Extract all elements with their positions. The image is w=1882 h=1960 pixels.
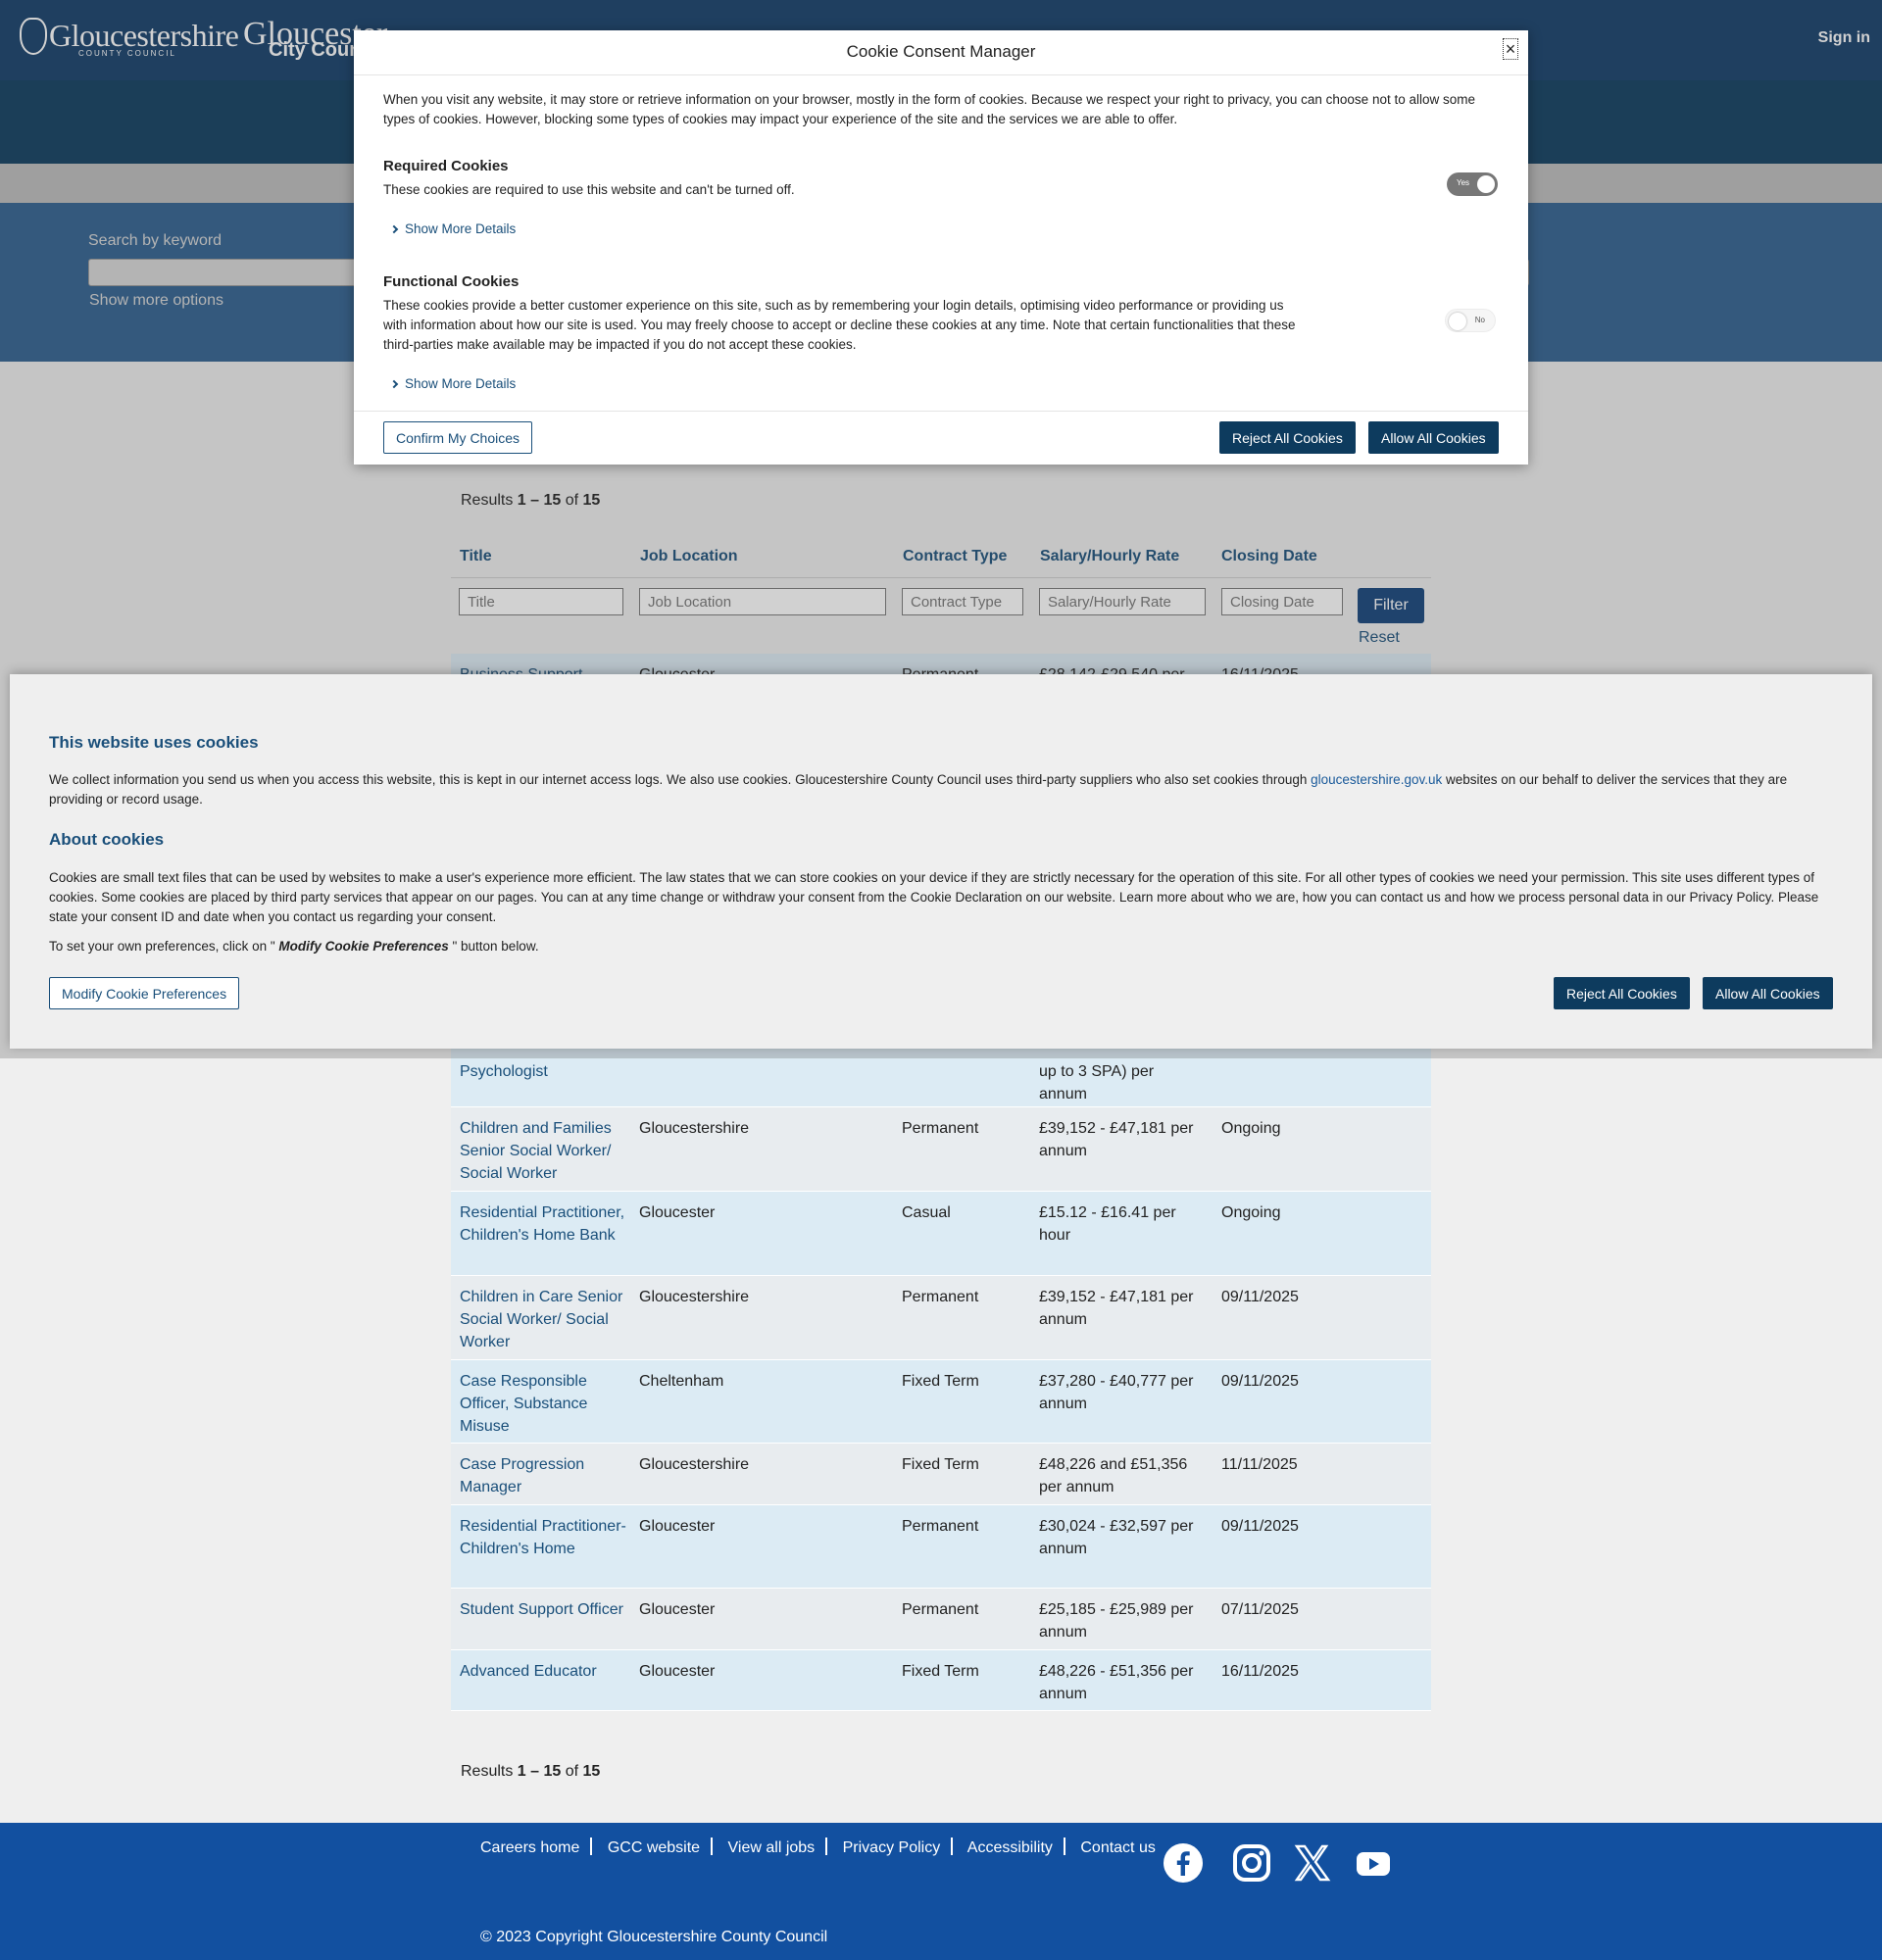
required-cookies-title: Required Cookies [383, 158, 509, 174]
job-location: Gloucestershire [639, 1120, 750, 1137]
footer-divider [951, 1838, 954, 1855]
job-contract: Permanent [902, 1518, 979, 1535]
cookie-banner: This website uses cookies We collect inf… [10, 674, 1872, 1049]
functional-cookies-desc: These cookies provide a better customer … [383, 298, 1296, 352]
banner-allow-all-button[interactable]: Allow All Cookies [1703, 977, 1833, 1009]
banner-paragraph-collect: We collect information you send us when … [49, 772, 1788, 807]
job-location: Gloucester [639, 1204, 716, 1221]
chevron-right-icon [389, 224, 399, 234]
footer-divider [1063, 1838, 1065, 1855]
job-salary: £30,024 - £32,597 per annum [1039, 1518, 1194, 1557]
job-location: Gloucestershire [639, 1289, 750, 1305]
job-location: Gloucester [639, 1601, 716, 1618]
job-closing: Ongoing [1221, 1120, 1281, 1137]
modal-divider [354, 74, 1528, 75]
job-contract: Permanent [902, 1289, 979, 1305]
footer-link-accessibility[interactable]: Accessibility [967, 1839, 1053, 1856]
job-title-link[interactable]: Advanced Educator [460, 1660, 631, 1683]
required-cookies-toggle[interactable]: Yes [1447, 172, 1498, 196]
footer-link-gcc-website[interactable]: GCC website [608, 1839, 700, 1856]
footer-link-contact-us[interactable]: Contact us [1080, 1839, 1155, 1856]
job-title-link[interactable]: Children in Care Senior Social Worker/ S… [460, 1286, 631, 1353]
banner-heading-cookies: This website uses cookies [49, 733, 259, 752]
footer-link-view-all-jobs[interactable]: View all jobs [728, 1839, 816, 1856]
modal-footer-divider [354, 411, 1528, 412]
job-closing: 09/11/2025 [1221, 1289, 1299, 1305]
job-closing: 09/11/2025 [1221, 1373, 1299, 1390]
close-icon[interactable]: × [1503, 38, 1518, 60]
job-title-link[interactable]: Psychologist [460, 1060, 631, 1083]
table-row: Children in Care Senior Social Worker/ S… [451, 1276, 1431, 1360]
modal-reject-all-button[interactable]: Reject All Cookies [1219, 421, 1356, 454]
job-title-link[interactable]: Case Responsible Officer, Substance Misu… [460, 1370, 631, 1438]
facebook-icon[interactable] [1163, 1842, 1204, 1884]
job-salary: £39,152 - £47,181 per annum [1039, 1120, 1194, 1159]
cookie-consent-modal: Cookie Consent Manager × When you visit … [354, 30, 1528, 465]
job-closing: 09/11/2025 [1221, 1518, 1299, 1535]
modify-cookie-preferences-button[interactable]: Modify Cookie Preferences [49, 977, 240, 1009]
job-closing: 11/11/2025 [1221, 1456, 1298, 1473]
job-location: Gloucester [639, 1663, 716, 1680]
footer-links: Careers home GCC website View all jobs P… [480, 1838, 1156, 1857]
functional-show-more-link[interactable]: Show More Details [389, 376, 516, 391]
table-row: Children and Families Senior Social Work… [451, 1107, 1431, 1192]
table-row: Student Support Officer Gloucester Perma… [451, 1589, 1431, 1650]
youtube-icon[interactable] [1356, 1842, 1391, 1884]
confirm-my-choices-button[interactable]: Confirm My Choices [383, 421, 533, 454]
job-closing: Ongoing [1221, 1204, 1281, 1221]
site-footer: Careers home GCC website View all jobs P… [0, 1823, 1882, 1960]
copyright-text: © 2023 Copyright Gloucestershire County … [480, 1929, 828, 1945]
functional-cookies-toggle[interactable]: No [1445, 309, 1496, 332]
job-salary: £37,280 - £40,777 per annum [1039, 1373, 1194, 1412]
job-title-link[interactable]: Children and Families Senior Social Work… [460, 1117, 631, 1185]
job-contract: Permanent [902, 1601, 979, 1618]
table-row: Residential Practitioner- Children's Hom… [451, 1505, 1431, 1589]
modal-intro: When you visit any website, it may store… [383, 92, 1475, 126]
banner-paragraph-about: Cookies are small text files that can be… [49, 870, 1819, 924]
job-salary: £39,152 - £47,181 per annum [1039, 1289, 1194, 1328]
job-title-link[interactable]: Residential Practitioner- Children's Hom… [460, 1515, 631, 1560]
chevron-right-icon [389, 379, 399, 389]
required-show-more-link[interactable]: Show More Details [389, 221, 516, 236]
banner-heading-about: About cookies [49, 830, 165, 849]
job-salary: £15.12 - £16.41 per hour [1039, 1204, 1176, 1244]
job-salary: £48,226 - £51,356 per annum [1039, 1663, 1194, 1702]
job-salary: up to 3 SPA) per annum [1039, 1063, 1155, 1102]
job-title-link[interactable]: Case Progression Manager [460, 1453, 631, 1498]
table-row: Case Progression Manager Gloucestershire… [451, 1444, 1431, 1505]
job-contract: Casual [902, 1204, 951, 1221]
modal-allow-all-button[interactable]: Allow All Cookies [1368, 421, 1499, 454]
x-icon[interactable] [1294, 1842, 1331, 1884]
job-title-link[interactable]: Student Support Officer [460, 1598, 631, 1621]
footer-divider [711, 1838, 714, 1855]
job-closing: 07/11/2025 [1221, 1601, 1299, 1618]
gloucestershire-gov-link[interactable]: gloucestershire.gov.uk [1311, 772, 1442, 787]
job-salary: £25,185 - £25,989 per annum [1039, 1601, 1194, 1641]
job-contract: Fixed Term [902, 1373, 979, 1390]
footer-divider [590, 1838, 593, 1855]
job-contract: Permanent [902, 1120, 979, 1137]
job-title-link[interactable]: Residential Practitioner, Children's Hom… [460, 1201, 631, 1247]
job-location: Cheltenham [639, 1373, 724, 1390]
results-count-bottom: Results 1 – 15 of 15 [461, 1763, 601, 1780]
job-closing: 16/11/2025 [1221, 1663, 1299, 1680]
banner-reject-all-button[interactable]: Reject All Cookies [1554, 977, 1690, 1009]
job-location: Gloucestershire [639, 1456, 750, 1473]
job-salary: £48,226 and £51,356 per annum [1039, 1456, 1188, 1495]
footer-link-privacy-policy[interactable]: Privacy Policy [843, 1839, 941, 1856]
modal-title: Cookie Consent Manager [846, 42, 1036, 61]
required-cookies-desc: These cookies are required to use this w… [383, 182, 795, 197]
job-contract: Fixed Term [902, 1456, 979, 1473]
functional-cookies-title: Functional Cookies [383, 273, 520, 290]
job-location: Gloucester [639, 1518, 716, 1535]
table-row: Residential Practitioner, Children's Hom… [451, 1192, 1431, 1276]
job-contract: Fixed Term [902, 1663, 979, 1680]
table-row: Case Responsible Officer, Substance Misu… [451, 1360, 1431, 1444]
banner-paragraph-preferences: To set your own preferences, click on " … [49, 939, 539, 954]
footer-link-careers-home[interactable]: Careers home [480, 1839, 579, 1856]
instagram-icon[interactable] [1231, 1842, 1272, 1884]
table-row: Advanced Educator Gloucester Fixed Term … [451, 1650, 1431, 1711]
footer-divider [825, 1838, 828, 1855]
